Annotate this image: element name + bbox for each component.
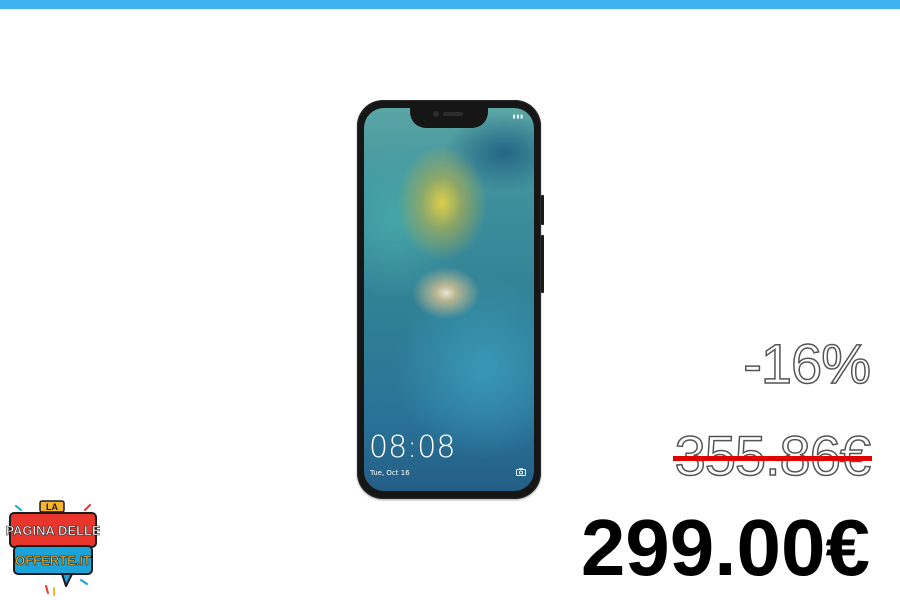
site-logo: LA PAGINA DELLE OFFERTE.IT — [6, 500, 100, 596]
power-button — [541, 235, 544, 293]
lock-screen-date: Tue, Oct 16 — [370, 469, 410, 477]
new-price: 299.00€ — [580, 503, 870, 592]
phone-notch — [410, 108, 488, 128]
volume-button — [541, 195, 544, 225]
strikethrough-line — [672, 456, 872, 461]
old-price-container: 355.86€ — [672, 427, 872, 484]
lock-screen-time: 08:08 — [369, 430, 456, 465]
earpiece-speaker — [443, 112, 463, 116]
camera-icon — [516, 468, 526, 476]
phone-screen: ▮▮▮ 08:08 Tue, Oct 16 — [364, 108, 534, 491]
status-bar-icons: ▮▮▮ — [512, 114, 524, 120]
discount-percentage: -16% — [743, 332, 872, 395]
top-accent-bar — [0, 0, 900, 9]
logo-text-pagina-delle: PAGINA DELLE — [6, 523, 100, 538]
logo-text-la: LA — [46, 502, 58, 512]
smartphone-image: ▮▮▮ 08:08 Tue, Oct 16 — [357, 100, 544, 499]
front-camera-icon — [433, 111, 439, 117]
logo-text-offerte-it: OFFERTE.IT — [15, 553, 91, 568]
